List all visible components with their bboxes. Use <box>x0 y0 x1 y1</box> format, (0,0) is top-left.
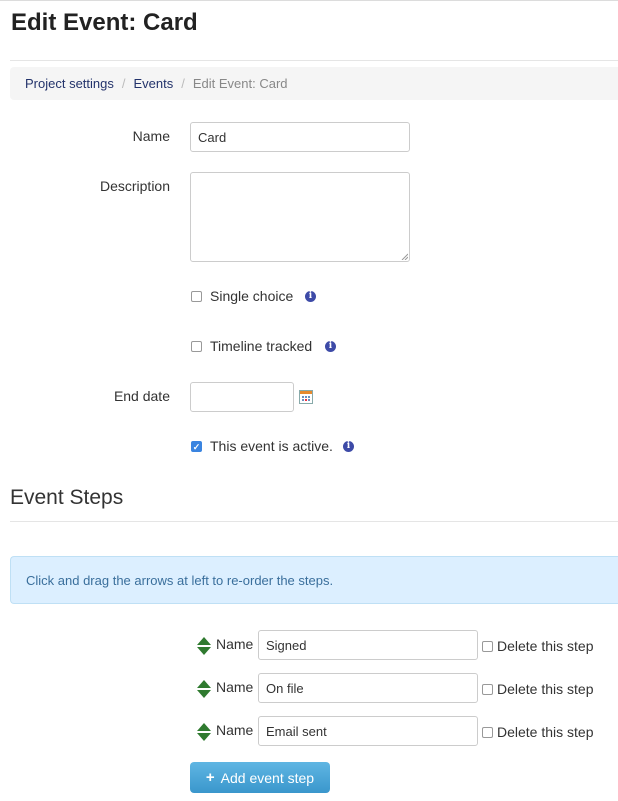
step-name-input[interactable]: On file <box>258 673 478 703</box>
breadcrumb-project-settings[interactable]: Project settings <box>25 76 114 91</box>
event-active-label: This event is active. <box>210 438 333 454</box>
title-divider <box>10 60 618 61</box>
delete-step-label: Delete this step <box>497 681 594 697</box>
reorder-hint-alert: Click and drag the arrows at left to re-… <box>10 556 618 604</box>
breadcrumb: Project settings / Events / Edit Event: … <box>10 67 618 100</box>
delete-step-checkbox[interactable] <box>482 727 493 738</box>
breadcrumb-separator: / <box>121 76 126 91</box>
event-steps-heading: Event Steps <box>10 486 124 509</box>
single-choice-label: Single choice <box>210 288 294 304</box>
delete-step-checkbox[interactable] <box>482 641 493 652</box>
delete-step-label: Delete this step <box>497 724 594 740</box>
page-title: Edit Event: Card <box>11 9 198 36</box>
info-icon[interactable]: i <box>325 341 336 352</box>
section-divider <box>10 521 618 522</box>
delete-step-label: Delete this step <box>497 638 594 654</box>
breadcrumb-separator: / <box>181 76 185 91</box>
add-event-step-label: Add event step <box>220 769 315 786</box>
description-textarea[interactable] <box>190 172 410 262</box>
resize-handle-icon[interactable] <box>401 253 408 260</box>
name-input[interactable]: Card <box>190 122 410 152</box>
delete-step-checkbox[interactable] <box>482 684 493 695</box>
breadcrumb-events[interactable]: Events <box>134 76 174 91</box>
single-choice-checkbox[interactable] <box>191 291 202 302</box>
top-border <box>0 0 618 1</box>
description-label: Description <box>99 178 170 194</box>
timeline-tracked-label: Timeline tracked <box>210 338 313 354</box>
add-event-step-button[interactable]: + Add event step <box>190 762 330 793</box>
step-name-input[interactable]: Signed <box>258 630 478 660</box>
drag-arrows-icon[interactable] <box>197 637 211 655</box>
step-name-label: Name <box>216 636 254 652</box>
step-name-input[interactable]: Email sent <box>258 716 478 746</box>
breadcrumb-current: Edit Event: Card <box>192 76 288 91</box>
end-date-label: End date <box>113 388 170 404</box>
drag-arrows-icon[interactable] <box>197 680 211 698</box>
info-icon[interactable]: i <box>343 441 354 452</box>
plus-icon: + <box>205 769 215 786</box>
info-icon[interactable]: i <box>305 291 316 302</box>
name-label: Name <box>132 128 170 144</box>
drag-arrows-icon[interactable] <box>197 723 211 741</box>
event-active-checkbox[interactable]: ✓ <box>191 441 202 452</box>
calendar-icon[interactable] <box>299 390 313 404</box>
end-date-input[interactable] <box>190 382 294 412</box>
step-name-label: Name <box>216 679 254 695</box>
step-name-label: Name <box>216 722 254 738</box>
timeline-tracked-checkbox[interactable] <box>191 341 202 352</box>
